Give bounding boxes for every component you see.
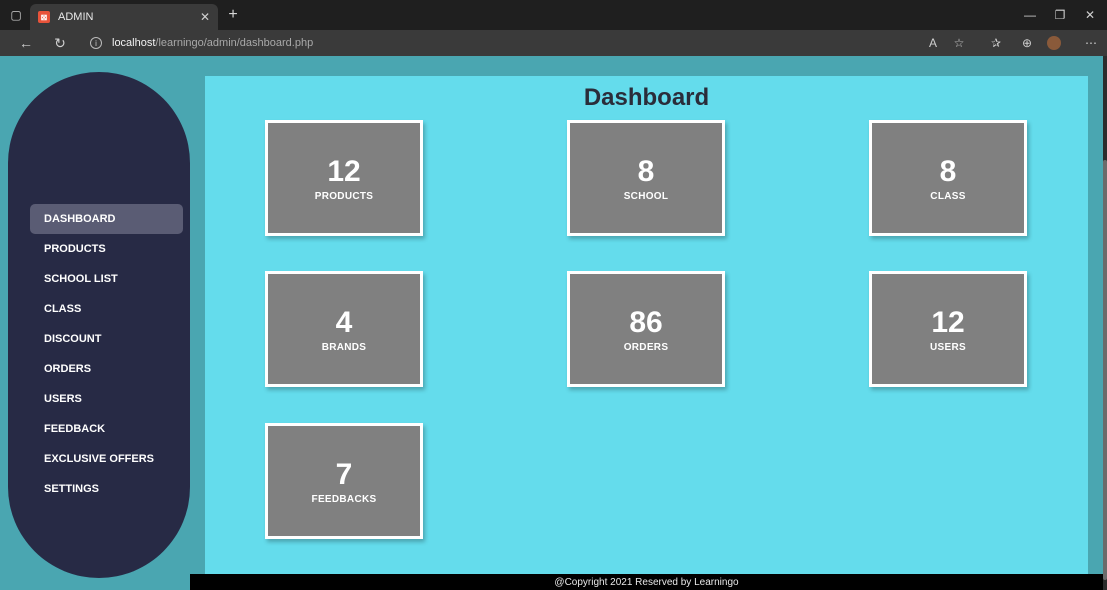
- tab-actions-icon[interactable]: ▢: [2, 0, 30, 30]
- browser-tab[interactable]: ⊠ ADMIN ✕: [30, 4, 218, 30]
- stat-label: SCHOOL: [623, 190, 669, 202]
- stat-value: 12: [931, 305, 965, 339]
- profile-avatar-icon[interactable]: [1047, 36, 1061, 50]
- stat-value: 4: [335, 305, 353, 339]
- read-aloud-icon[interactable]: A: [922, 33, 944, 53]
- sidebar-item-feedback[interactable]: FEEDBACK: [30, 414, 183, 444]
- copyright-footer: @Copyright 2021 Reserved by Learningo: [190, 574, 1103, 590]
- sidebar-item-products[interactable]: PRODUCTS: [30, 234, 183, 264]
- url-host: localhost: [112, 37, 156, 49]
- stat-value: 86: [629, 305, 663, 339]
- page-viewport: DASHBOARD PRODUCTS SCHOOL LIST CLASS DIS…: [0, 56, 1103, 590]
- stat-label: FEEDBACKS: [311, 493, 377, 505]
- stat-value: 7: [335, 457, 353, 491]
- add-favorite-icon[interactable]: ☆: [948, 33, 970, 53]
- sidebar-item-orders[interactable]: ORDERS: [30, 354, 183, 384]
- sidebar-menu: DASHBOARD PRODUCTS SCHOOL LIST CLASS DIS…: [30, 204, 183, 504]
- xampp-icon: ⊠: [38, 11, 50, 23]
- stat-value: 12: [327, 154, 361, 188]
- info-icon[interactable]: i: [90, 37, 102, 49]
- new-tab-icon[interactable]: +: [222, 4, 244, 26]
- tab-title: ADMIN: [58, 11, 94, 23]
- stat-value: 8: [637, 154, 655, 188]
- stat-card-class[interactable]: 8 CLASS: [869, 120, 1027, 236]
- sidebar-item-discount[interactable]: DISCOUNT: [30, 324, 183, 354]
- sidebar-item-school-list[interactable]: SCHOOL LIST: [30, 264, 183, 294]
- stat-label: USERS: [930, 341, 966, 353]
- stat-card-orders[interactable]: 86 ORDERS: [567, 271, 725, 387]
- sidebar: DASHBOARD PRODUCTS SCHOOL LIST CLASS DIS…: [8, 72, 190, 578]
- stat-label: PRODUCTS: [314, 190, 374, 202]
- restore-icon[interactable]: ❐: [1046, 0, 1074, 30]
- page-title: Dashboard: [583, 84, 710, 111]
- collections-icon[interactable]: ⊕: [1016, 33, 1038, 53]
- stat-label: BRANDS: [321, 341, 367, 353]
- sidebar-item-dashboard[interactable]: DASHBOARD: [30, 204, 183, 234]
- stat-card-feedbacks[interactable]: 7 FEEDBACKS: [265, 423, 423, 539]
- browser-tab-bar: ▢ ⊠ ADMIN ✕ + — ❐ ✕: [0, 0, 1107, 30]
- minimize-icon[interactable]: —: [1016, 0, 1044, 30]
- dashboard-main: Dashboard 12 PRODUCTS 8 SCHOOL 8 CLASS 4…: [205, 76, 1088, 576]
- sidebar-item-users[interactable]: USERS: [30, 384, 183, 414]
- address-bar[interactable]: i localhost/learningo/admin/dashboard.ph…: [82, 33, 922, 53]
- stat-value: 8: [939, 154, 957, 188]
- browser-toolbar: ← ↻ i localhost/learningo/admin/dashboar…: [0, 30, 1107, 56]
- window-close-icon[interactable]: ✕: [1076, 0, 1104, 30]
- refresh-icon[interactable]: ↻: [48, 30, 72, 56]
- stat-card-users[interactable]: 12 USERS: [869, 271, 1027, 387]
- url-path: /learningo/admin/dashboard.php: [155, 37, 314, 49]
- close-icon[interactable]: ✕: [200, 10, 210, 24]
- back-arrow-icon[interactable]: ←: [14, 30, 38, 56]
- stat-card-brands[interactable]: 4 BRANDS: [265, 271, 423, 387]
- more-options-icon[interactable]: ⋯: [1080, 33, 1102, 53]
- stat-label: CLASS: [930, 190, 966, 202]
- scrollbar-thumb[interactable]: [1103, 160, 1107, 580]
- sidebar-item-class[interactable]: CLASS: [30, 294, 183, 324]
- stat-card-products[interactable]: 12 PRODUCTS: [265, 120, 423, 236]
- favorites-icon[interactable]: ✰: [985, 33, 1007, 53]
- sidebar-item-exclusive-offers[interactable]: EXCLUSIVE OFFERS: [30, 444, 183, 474]
- sidebar-item-settings[interactable]: SETTINGS: [30, 474, 183, 504]
- stat-label: ORDERS: [623, 341, 669, 353]
- stat-card-school[interactable]: 8 SCHOOL: [567, 120, 725, 236]
